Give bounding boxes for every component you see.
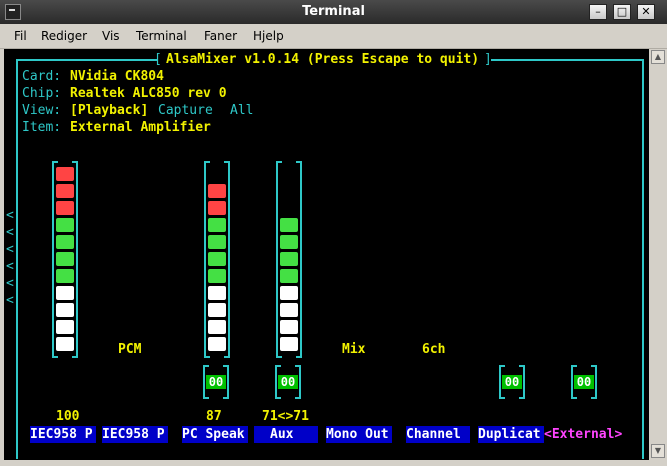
volume-block	[208, 252, 226, 266]
view-playback[interactable]: [Playback]	[70, 102, 148, 119]
volume-block	[280, 235, 298, 249]
volume-block	[280, 320, 298, 334]
menu-hjelp[interactable]: Hjelp	[253, 29, 284, 43]
item-key: Item:	[22, 120, 62, 135]
volume-block	[56, 201, 74, 215]
volume-slider-iec958[interactable]	[52, 161, 78, 358]
pcm-label: PCM	[118, 342, 142, 357]
menu-terminal[interactable]: Terminal	[136, 29, 187, 43]
scrollbar[interactable]: ▲ ▼	[650, 49, 667, 460]
terminal-window: Terminal – □ ✕ Fil Rediger Vis Terminal …	[0, 0, 667, 466]
volume-block	[208, 201, 226, 215]
switch-duplicate-value: 00	[502, 375, 522, 389]
volume-block	[280, 269, 298, 283]
switch-aux[interactable]: 00	[275, 365, 301, 399]
menu-faner[interactable]: Faner	[204, 29, 237, 43]
chip-key: Chip:	[22, 86, 62, 101]
title-bar[interactable]: Terminal – □ ✕	[0, 0, 667, 24]
volume-block	[56, 269, 74, 283]
volume-block	[208, 184, 226, 198]
volume-block	[280, 218, 298, 232]
volume-value-iec958: 100	[56, 409, 80, 424]
frame-top-left	[16, 59, 158, 61]
channel-external-selected[interactable]: <External>	[544, 426, 626, 443]
card-key: Card:	[22, 69, 62, 84]
volume-block	[56, 218, 74, 232]
chip-value: Realtek ALC850 rev 0	[70, 86, 227, 101]
volume-block	[208, 337, 226, 351]
volume-block	[280, 337, 298, 351]
switch-external[interactable]: 00	[571, 365, 597, 399]
volume-block	[56, 320, 74, 334]
volume-block	[56, 235, 74, 249]
volume-block	[208, 269, 226, 283]
switch-pc-speaker[interactable]: 00	[203, 365, 229, 399]
menu-fil[interactable]: Fil	[14, 29, 27, 43]
menu-bar: Fil Rediger Vis Terminal Faner Hjelp	[0, 24, 667, 49]
6ch-label: 6ch	[422, 342, 446, 357]
volume-block	[56, 286, 74, 300]
channel-iec958-p-1[interactable]: IEC958 P	[30, 426, 96, 443]
channel-mono-out[interactable]: Mono Out	[326, 426, 392, 443]
view-all[interactable]: All	[230, 102, 253, 119]
scroll-up-icon[interactable]: ▲	[651, 50, 665, 64]
volume-block	[280, 252, 298, 266]
card-value: NVidia CK804	[70, 69, 164, 84]
volume-slider-pc-speaker[interactable]	[204, 161, 230, 358]
mix-label: Mix	[342, 342, 366, 357]
channel-pc-speaker[interactable]: PC Speak	[182, 426, 248, 443]
frame-right	[642, 59, 644, 459]
switch-aux-value: 00	[278, 375, 298, 389]
volume-block	[56, 167, 74, 181]
item-value: External Amplifier	[70, 120, 211, 135]
volume-value-pc-speaker: 87	[206, 409, 222, 424]
switch-pc-speaker-value: 00	[206, 375, 226, 389]
menu-vis[interactable]: Vis	[102, 29, 120, 43]
volume-block	[208, 286, 226, 300]
volume-block	[56, 337, 74, 351]
channel-aux[interactable]: Aux	[254, 426, 318, 443]
menu-rediger[interactable]: Rediger	[41, 29, 87, 43]
frame-top-right	[491, 59, 644, 61]
maximize-button[interactable]: □	[613, 4, 631, 20]
volume-block	[280, 286, 298, 300]
terminal-area[interactable]: [ AlsaMixer v1.0.14 (Press Escape to qui…	[4, 49, 649, 460]
volume-block	[56, 184, 74, 198]
close-button[interactable]: ✕	[637, 4, 655, 20]
volume-block	[56, 303, 74, 317]
volume-block	[208, 303, 226, 317]
window-title: Terminal	[302, 4, 365, 19]
minimize-button[interactable]: –	[589, 4, 607, 20]
channel-iec958-p-2[interactable]: IEC958 P	[102, 426, 168, 443]
volume-slider-aux[interactable]	[276, 161, 302, 358]
switch-external-value: 00	[574, 375, 594, 389]
frame-left	[16, 59, 18, 459]
scroll-down-icon[interactable]: ▼	[651, 444, 665, 458]
switch-duplicate[interactable]: 00	[499, 365, 525, 399]
channel-duplicate[interactable]: Duplicat	[478, 426, 544, 443]
view-key: View:	[22, 103, 62, 118]
volume-block	[280, 303, 298, 317]
volume-block	[208, 235, 226, 249]
volume-block	[208, 218, 226, 232]
view-capture[interactable]: Capture	[158, 102, 213, 119]
volume-block	[56, 252, 74, 266]
channel-channel[interactable]: Channel	[406, 426, 470, 443]
mixer-header: AlsaMixer v1.0.14 (Press Escape to quit)	[166, 52, 480, 67]
volume-value-aux: 71<>71	[262, 409, 309, 424]
volume-block	[208, 320, 226, 334]
